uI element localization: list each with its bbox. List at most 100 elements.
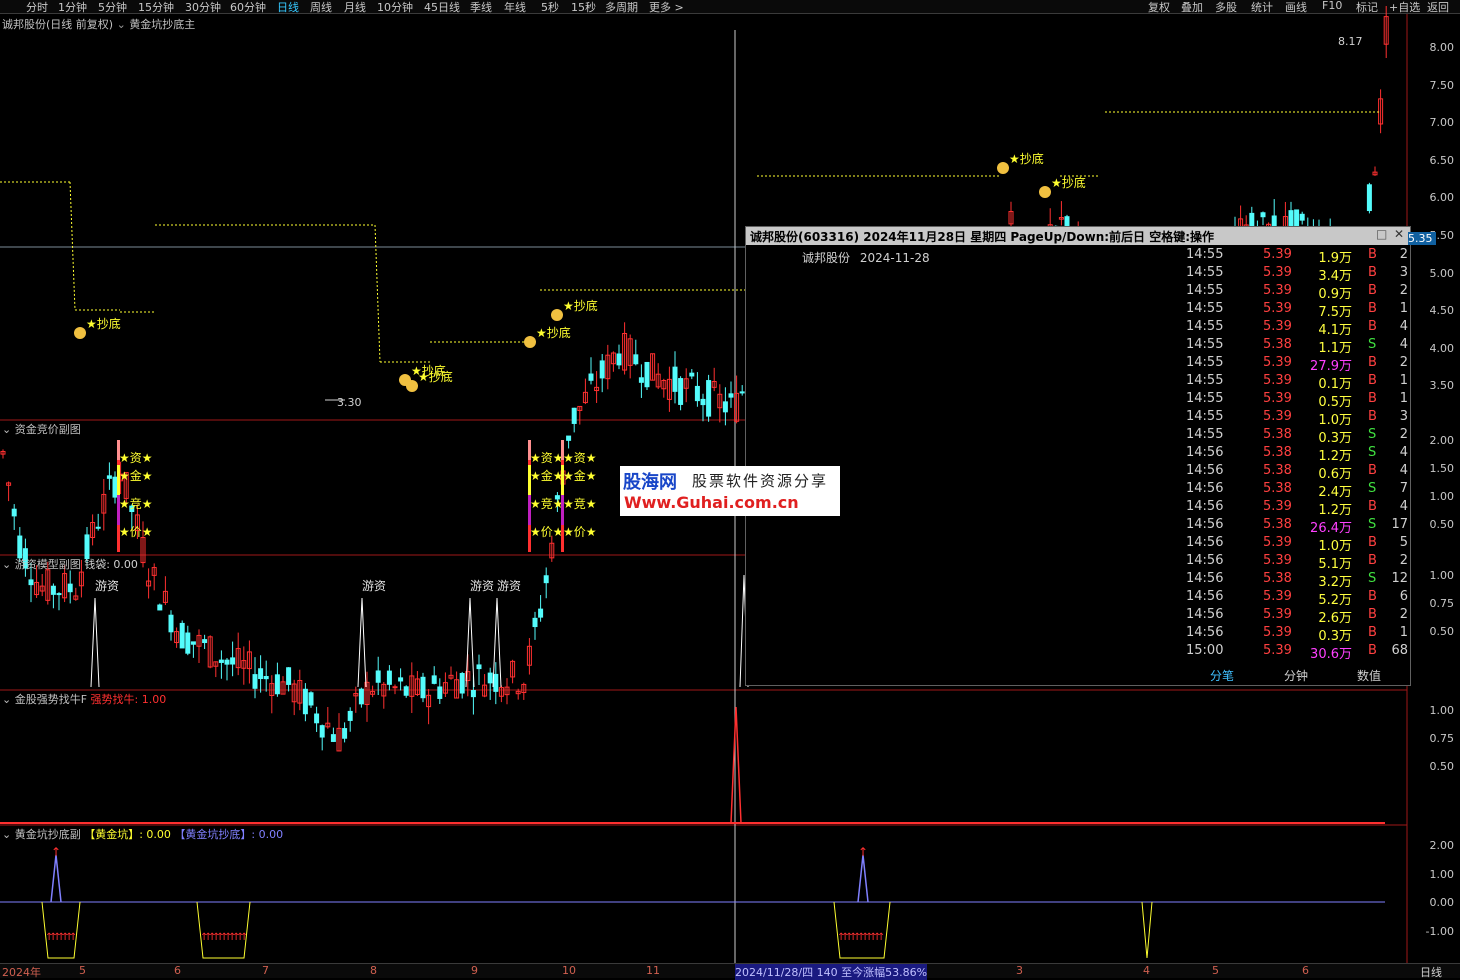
pane3-title-text: 游资模型副图 [14, 558, 81, 571]
tick-cell: 1.1万 [1318, 341, 1352, 356]
tick-cell: 5.39 [1263, 283, 1292, 298]
popup-header[interactable]: 诚邦股份(603316) 2024年11月28日 星期四 PageUp/Down… [746, 227, 1410, 245]
tick-cell: B [1368, 247, 1377, 262]
candle-body [224, 659, 230, 665]
candle-body [532, 617, 538, 628]
pane5-pit [41, 901, 81, 959]
candle-body [106, 475, 112, 479]
signal-label: ★抄底 [1051, 175, 1086, 190]
candle-body [470, 689, 476, 698]
support-line [374, 224, 381, 363]
tick-cell: 2.6万 [1318, 611, 1352, 626]
tick-cell: 5.38 [1263, 463, 1292, 478]
tick-cell: 5.39 [1263, 553, 1292, 568]
tick-row: 14:55 5.39 3.4万 B 3 [1186, 265, 1408, 284]
candle-body [50, 585, 56, 595]
popup-tab-2[interactable]: 数值 [1357, 667, 1381, 684]
candle-body [11, 508, 17, 517]
price-tick: 7.00 [1429, 116, 1455, 130]
tick-cell: 5.38 [1263, 481, 1292, 496]
tick-cell: 14:55 [1186, 301, 1224, 316]
candle-body [286, 667, 292, 685]
pane3-label: 游资 [497, 579, 521, 593]
tick-cell: 5.2万 [1318, 593, 1352, 608]
candle-body [230, 657, 236, 665]
popup-tab-1[interactable]: 分钟 [1284, 667, 1308, 684]
chevron-down-icon[interactable]: ⌄ [2, 423, 11, 436]
candle-body [330, 734, 336, 742]
tick-cell: 5.39 [1263, 535, 1292, 550]
date-label: 5 [79, 964, 86, 977]
chevron-down-icon[interactable]: ⌄ [2, 828, 11, 841]
candle-body [633, 354, 639, 365]
candle-body [638, 377, 644, 383]
candle-body [185, 632, 191, 654]
tick-cell: 5.38 [1263, 517, 1292, 532]
popup-tab-0[interactable]: 分笔 [1210, 667, 1234, 684]
tick-cell: 14:56 [1186, 607, 1224, 622]
tick-cell: 14:55 [1186, 373, 1224, 388]
chevron-down-icon[interactable]: ⌄ [2, 558, 11, 571]
candle-body [493, 673, 499, 692]
current-price-tag: 5.35 [1408, 232, 1436, 245]
pane4-title: ⌄ 金股强势找牛F 强势找牛: 1.00 [2, 691, 166, 707]
tick-cell: 1.2万 [1318, 503, 1352, 518]
pane2-label: ★价★ [563, 525, 597, 539]
candle-body [263, 675, 269, 680]
tick-cell: 14:56 [1186, 589, 1224, 604]
candle-body [739, 391, 745, 394]
pane4-value: 强势找牛: 1.00 [90, 693, 167, 706]
money-bag-icon [1039, 186, 1051, 198]
tick-cell: S [1368, 517, 1377, 532]
tick-row: 14:56 5.39 1.0万 B 5 [1186, 535, 1408, 554]
pane3-spike [90, 597, 100, 688]
tick-cell: 14:55 [1186, 319, 1224, 334]
close-icon[interactable]: ✕ [1394, 227, 1404, 241]
tick-cell: B [1368, 643, 1377, 658]
chevron-down-icon[interactable]: ⌄ [2, 693, 11, 706]
candle-body [274, 674, 280, 695]
date-label: 8 [370, 964, 377, 977]
tick-cell: 5.39 [1263, 373, 1292, 388]
tick-cell: 5.38 [1263, 427, 1292, 442]
price-tick: 8.00 [1429, 41, 1455, 54]
restore-icon[interactable]: □ [1376, 227, 1387, 241]
tick-cell: 5.39 [1263, 625, 1292, 640]
period-indicator[interactable]: 日线 [1420, 964, 1442, 980]
tick-cell: 3 [1399, 409, 1408, 424]
tick-cell: 2 [1399, 355, 1408, 370]
candle-body [67, 583, 73, 593]
candle-body [689, 372, 695, 377]
tick-cell: 5.39 [1263, 391, 1292, 406]
pane3-label: 游资 [362, 579, 386, 593]
tick-cell: 14:56 [1186, 499, 1224, 514]
tick-cell: 5.38 [1263, 571, 1292, 586]
candle-body [616, 353, 622, 366]
pane3-tick: 0.75 [1429, 597, 1455, 610]
tick-cell: 2.4万 [1318, 485, 1352, 500]
pane5-spike [857, 854, 869, 903]
candle-body [1366, 184, 1372, 212]
pane5-title: ⌄ 黄金坑抄底副 【黄金坑】: 0.00 【黄金坑抄底】: 0.00 [2, 826, 283, 842]
tick-cell: 14:55 [1186, 247, 1224, 262]
pane5-tick: -1.00 [1425, 924, 1454, 938]
tick-cell: 0.9万 [1318, 287, 1352, 302]
pane3-spike [492, 597, 502, 688]
tick-row: 14:55 5.39 1.9万 B 2 [1186, 247, 1408, 266]
price-tick: 6.50 [1429, 153, 1455, 167]
pane2-label: ★金★ [530, 468, 564, 483]
candle-body [403, 686, 409, 696]
tick-cell: 15:00 [1186, 643, 1224, 658]
tick-cell: 4.1万 [1318, 323, 1352, 338]
candle-body [588, 373, 594, 381]
tick-cell: 4 [1399, 445, 1408, 460]
pane3-title: ⌄ 游资模型副图 钱袋: 0.00 [2, 556, 138, 572]
tick-row: 14:55 5.39 0.9万 B 2 [1186, 283, 1408, 302]
candle-body [347, 710, 353, 721]
tick-row: 14:55 5.39 4.1万 B 4 [1186, 319, 1408, 338]
price-tick: 4.50 [1429, 304, 1455, 318]
candle-body [157, 604, 163, 611]
candle-body [459, 673, 465, 694]
tick-cell: 1 [1399, 391, 1408, 406]
tick-cell: B [1368, 553, 1377, 568]
